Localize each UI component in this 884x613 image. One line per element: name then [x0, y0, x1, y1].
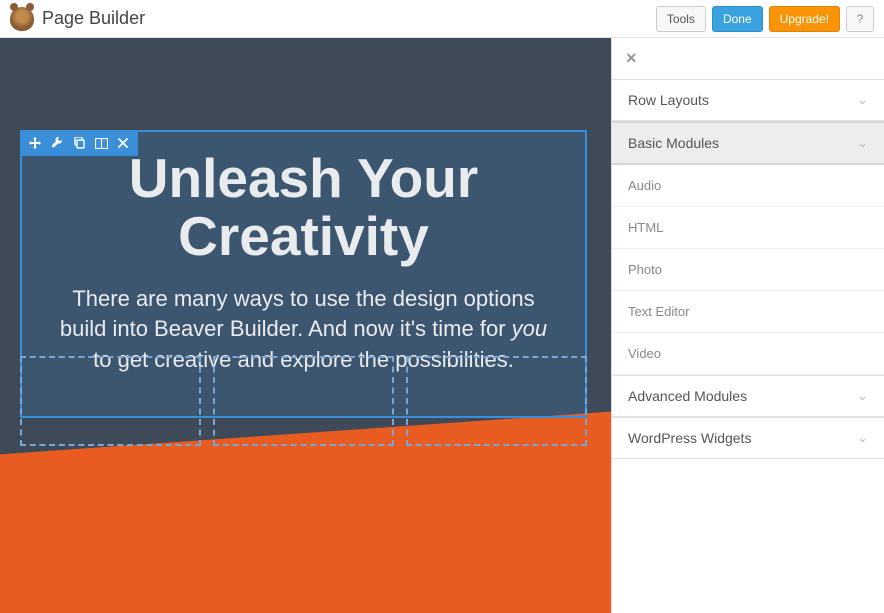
section-label: Advanced Modules: [628, 388, 747, 404]
chevron-down-icon: ⌄: [857, 92, 868, 108]
upgrade-button[interactable]: Upgrade!: [769, 6, 840, 32]
section-label: WordPress Widgets: [628, 430, 751, 446]
tools-button[interactable]: Tools: [656, 6, 706, 32]
subtext-em: you: [512, 316, 547, 341]
section-label: Row Layouts: [628, 92, 709, 108]
panel-close-button[interactable]: ×: [612, 38, 884, 79]
move-icon[interactable]: [24, 131, 46, 155]
column-icon[interactable]: [90, 131, 112, 155]
chevron-down-icon: ⌄: [857, 430, 868, 446]
chevron-down-icon: ⌄: [857, 388, 868, 404]
brand: Page Builder: [10, 7, 145, 31]
module-item[interactable]: Audio: [612, 165, 884, 207]
drop-zone[interactable]: [213, 356, 394, 446]
app-title: Page Builder: [42, 8, 145, 29]
chevron-down-icon: ⌄: [857, 135, 868, 151]
drop-zone[interactable]: [406, 356, 587, 446]
module-item[interactable]: Text Editor: [612, 291, 884, 333]
canvas[interactable]: Unleash Your Creativity There are many w…: [0, 38, 611, 613]
module-toolbar: [20, 130, 138, 156]
module-item[interactable]: Video: [612, 333, 884, 375]
drop-zone[interactable]: [20, 356, 201, 446]
side-panel: × Row Layouts ⌄ Basic Modules ⌄ AudioHTM…: [611, 38, 884, 613]
basic-modules-list: AudioHTMLPhotoText EditorVideo: [612, 165, 884, 375]
section-label: Basic Modules: [628, 135, 719, 151]
help-button[interactable]: ?: [846, 6, 874, 32]
done-button[interactable]: Done: [712, 6, 763, 32]
section-row-layouts[interactable]: Row Layouts ⌄: [612, 79, 884, 121]
section-wordpress-widgets[interactable]: WordPress Widgets ⌄: [612, 417, 884, 459]
copy-icon[interactable]: [68, 131, 90, 155]
wrench-icon[interactable]: [46, 131, 68, 155]
section-advanced-modules[interactable]: Advanced Modules ⌄: [612, 375, 884, 417]
heading-text[interactable]: Unleash Your Creativity: [52, 150, 555, 266]
drop-row: [20, 356, 587, 446]
module-item[interactable]: Photo: [612, 249, 884, 291]
top-bar: Page Builder Tools Done Upgrade! ?: [0, 0, 884, 38]
beaver-icon: [10, 7, 34, 31]
module-item[interactable]: HTML: [612, 207, 884, 249]
subtext-before: There are many ways to use the design op…: [60, 286, 535, 342]
section-basic-modules[interactable]: Basic Modules ⌄: [612, 121, 884, 165]
close-icon[interactable]: [112, 131, 134, 155]
